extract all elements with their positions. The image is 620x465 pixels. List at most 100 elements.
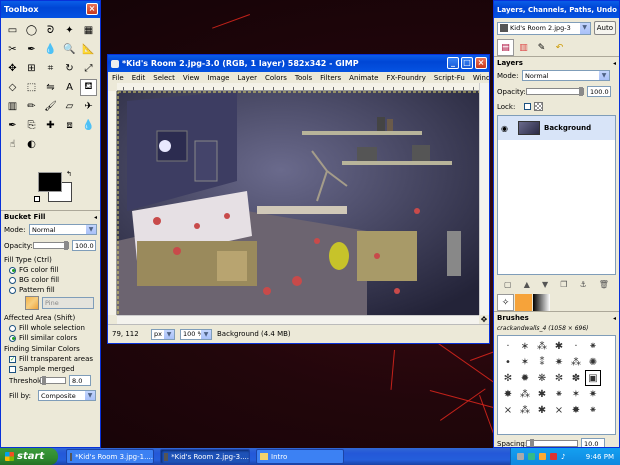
menu-item-fx-foundry[interactable]: FX-Foundry <box>387 74 426 82</box>
color-area[interactable]: ↰ <box>4 170 97 206</box>
rotate-tool-icon[interactable]: ↻ <box>61 60 78 77</box>
navigate-icon[interactable]: ✥ <box>479 315 489 324</box>
slider-handle[interactable] <box>42 376 46 385</box>
opacity-slider[interactable] <box>33 241 69 250</box>
radio-icon[interactable] <box>9 334 16 342</box>
brush-swatch[interactable]: ▣ <box>585 370 601 386</box>
brush-swatch[interactable]: ⁂ <box>517 386 533 402</box>
align-tool-icon[interactable]: ⊞ <box>23 60 40 77</box>
brush-swatch[interactable]: · <box>500 338 516 354</box>
bucket-fill-tool-icon[interactable]: ⛾ <box>80 79 97 96</box>
dodge-tool-icon[interactable]: ◐ <box>23 136 40 153</box>
mode-select[interactable]: Normal ▼ <box>29 224 97 235</box>
brush-swatch[interactable]: ⁕ <box>585 402 601 418</box>
anchor-layer-icon[interactable]: ⚓ <box>579 280 586 289</box>
horizontal-scrollbar[interactable] <box>117 315 479 324</box>
brush-swatch[interactable]: ⁂ <box>517 402 533 418</box>
radio-icon[interactable] <box>9 276 16 284</box>
menu-item-tools[interactable]: Tools <box>295 74 312 82</box>
opacity-spin[interactable]: 100.0 <box>72 240 96 251</box>
clock[interactable]: 9:46 PM <box>586 453 614 461</box>
brush-swatch[interactable]: ✺ <box>585 354 601 370</box>
spacing-spin[interactable]: 10.0 <box>581 438 605 447</box>
affected-option[interactable]: Fill whole selection <box>1 323 100 333</box>
start-button[interactable]: start <box>0 448 58 465</box>
swap-colors-icon[interactable]: ↰ <box>66 170 72 178</box>
heal-tool-icon[interactable]: ✚ <box>42 117 59 134</box>
brush-swatch[interactable]: ✻ <box>500 370 516 386</box>
radio-icon[interactable] <box>9 324 16 332</box>
lock-pixels-checkbox[interactable] <box>524 103 531 110</box>
crop-tool-icon[interactable]: ⌗ <box>42 60 59 77</box>
brush-swatch[interactable]: ✱ <box>534 402 550 418</box>
pattern-swatch[interactable] <box>25 296 39 310</box>
taskbar-item[interactable]: Intro <box>256 449 344 464</box>
delete-layer-icon[interactable]: 🗑 <box>599 280 609 289</box>
menu-item-view[interactable]: View <box>183 74 200 82</box>
slider-handle[interactable] <box>64 241 68 250</box>
layer-opacity-spin[interactable]: 100.0 <box>587 86 611 97</box>
fg-color-swatch[interactable] <box>38 172 62 192</box>
airbrush-tool-icon[interactable]: ✈ <box>80 98 97 115</box>
radio-icon[interactable] <box>9 266 16 274</box>
sample-merged-checkbox[interactable] <box>9 365 16 373</box>
brush-swatch[interactable]: ✶ <box>517 354 533 370</box>
brush-swatch[interactable]: ✹ <box>517 370 533 386</box>
fill-type-option[interactable]: FG color fill <box>1 265 100 275</box>
brush-swatch[interactable]: ❋ <box>534 370 550 386</box>
convolve-tool-icon[interactable]: 💧 <box>80 117 97 134</box>
tab-undo[interactable]: ↶ <box>551 39 568 56</box>
tab-layers[interactable]: ▤ <box>497 39 514 56</box>
volume-icon[interactable]: ♪ <box>561 453 565 461</box>
menu-item-edit[interactable]: Edit <box>132 74 146 82</box>
menu-item-windows[interactable]: Windows <box>473 74 489 82</box>
brush-swatch[interactable]: ✽ <box>568 370 584 386</box>
taskbar-item[interactable]: *Kid's Room 3.jpg-1.... <box>66 449 154 464</box>
new-layer-icon[interactable]: ▢ <box>504 280 512 289</box>
brush-swatch[interactable]: ⁂ <box>534 338 550 354</box>
brush-swatch[interactable]: ✼ <box>551 370 567 386</box>
ink-tool-icon[interactable]: ✒ <box>4 117 21 134</box>
measure-tool-icon[interactable]: 📐 <box>80 41 97 58</box>
layer-opacity-slider[interactable] <box>526 87 584 96</box>
maximize-button[interactable]: □ <box>461 57 473 69</box>
pattern-name[interactable]: Pine <box>42 297 94 309</box>
brush-swatch[interactable]: ✷ <box>585 386 601 402</box>
menu-item-filters[interactable]: Filters <box>320 74 341 82</box>
brush-swatch[interactable]: ⁕ <box>551 386 567 402</box>
sample-merged-row[interactable]: Sample merged <box>1 364 100 374</box>
taskbar-item[interactable]: *Kid's Room 2.jpg-3.... <box>160 449 250 464</box>
brush-swatch[interactable]: ✱ <box>551 338 567 354</box>
layer-mode-select[interactable]: Normal ▼ <box>522 70 610 81</box>
eye-icon[interactable]: ◉ <box>501 124 508 133</box>
image-window-titlebar[interactable]: *Kid's Room 2.jpg-3.0 (RGB, 1 layer) 582… <box>108 55 489 72</box>
spacing-slider[interactable] <box>526 439 578 447</box>
menu-item-select[interactable]: Select <box>153 74 175 82</box>
brush-swatch[interactable]: × <box>500 402 516 418</box>
shear-tool-icon[interactable]: ◇ <box>4 79 21 96</box>
perspective-tool-icon[interactable]: ⬚ <box>23 79 40 96</box>
paths-tool-icon[interactable]: ✒ <box>23 41 40 58</box>
menu-item-script-fu[interactable]: Script-Fu <box>434 74 465 82</box>
color-picker-tool-icon[interactable]: 💧 <box>42 41 59 58</box>
zoom-select[interactable]: 100 % ▼ <box>180 328 212 340</box>
menu-item-layer[interactable]: Layer <box>237 74 257 82</box>
close-button[interactable]: × <box>475 57 487 69</box>
affected-option[interactable]: Fill similar colors <box>1 333 100 343</box>
fill-transparent-checkbox[interactable]: ✓ <box>9 355 16 363</box>
brush-swatch[interactable]: ⁂ <box>568 354 584 370</box>
smudge-tool-icon[interactable]: ☝ <box>4 136 21 153</box>
auto-button[interactable]: Auto <box>593 21 616 35</box>
canvas[interactable] <box>117 91 479 315</box>
tray-icon[interactable] <box>550 453 557 460</box>
perspective-clone-tool-icon[interactable]: ⧈ <box>61 117 78 134</box>
fill-transparent-row[interactable]: ✓ Fill transparent areas <box>1 354 100 364</box>
minimize-button[interactable]: _ <box>447 57 459 69</box>
slider-handle[interactable] <box>530 439 534 447</box>
brush-swatch[interactable]: ✶ <box>568 386 584 402</box>
text-tool-icon[interactable]: A <box>61 79 78 96</box>
free-select-tool-icon[interactable]: ᘐ <box>42 22 59 39</box>
tab-paths[interactable]: ✎ <box>533 39 550 56</box>
flip-tool-icon[interactable]: ⇋ <box>42 79 59 96</box>
ellipse-select-tool-icon[interactable]: ◯ <box>23 22 40 39</box>
